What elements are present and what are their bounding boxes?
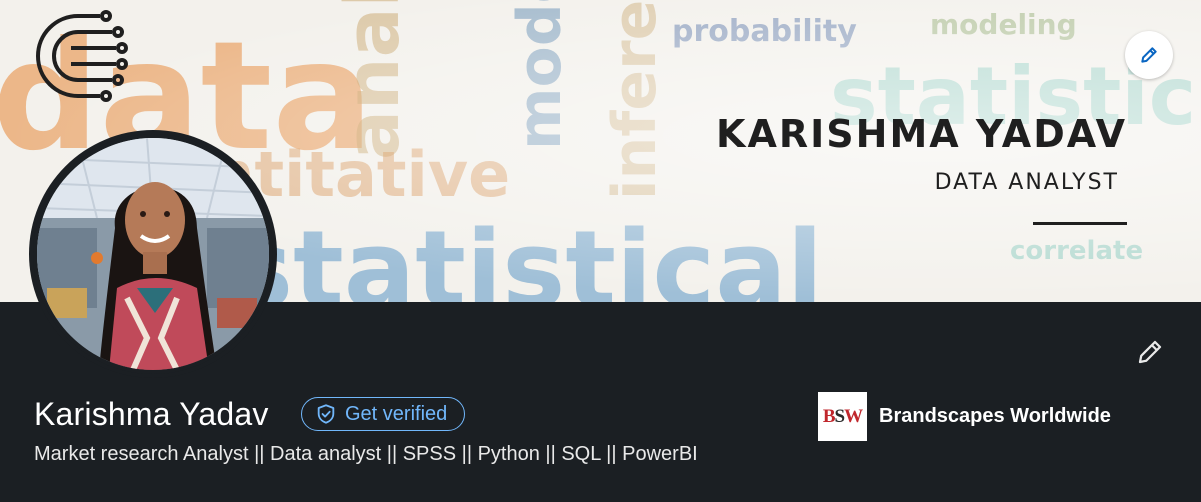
- pencil-icon: [1138, 340, 1162, 364]
- pencil-icon: [1141, 47, 1157, 63]
- company-logo-letter: S: [834, 405, 846, 427]
- profile-photo-image: [37, 138, 269, 370]
- edit-cover-button[interactable]: [1125, 31, 1173, 79]
- banner-divider: [1033, 222, 1127, 225]
- profile-headline: Market research Analyst || Data analyst …: [34, 443, 698, 465]
- current-company-link[interactable]: B S W Brandscapes Worldwide: [818, 392, 1111, 441]
- company-name: Brandscapes Worldwide: [879, 405, 1111, 427]
- get-verified-label: Get verified: [345, 402, 448, 425]
- company-logo: B S W: [818, 392, 867, 441]
- banner-title: KARISHMA YADAV: [716, 112, 1127, 156]
- company-logo-letter: W: [844, 405, 863, 427]
- circuit-c-logo: [36, 10, 128, 102]
- get-verified-button[interactable]: Get verified: [301, 397, 466, 431]
- banner-subtitle: DATA ANALYST: [934, 170, 1119, 195]
- shield-check-icon: [317, 404, 335, 424]
- company-logo-letter: B: [822, 405, 836, 427]
- profile-name: Karishma Yadav: [34, 396, 269, 432]
- profile-photo[interactable]: [33, 134, 273, 374]
- edit-intro-button[interactable]: [1128, 330, 1172, 374]
